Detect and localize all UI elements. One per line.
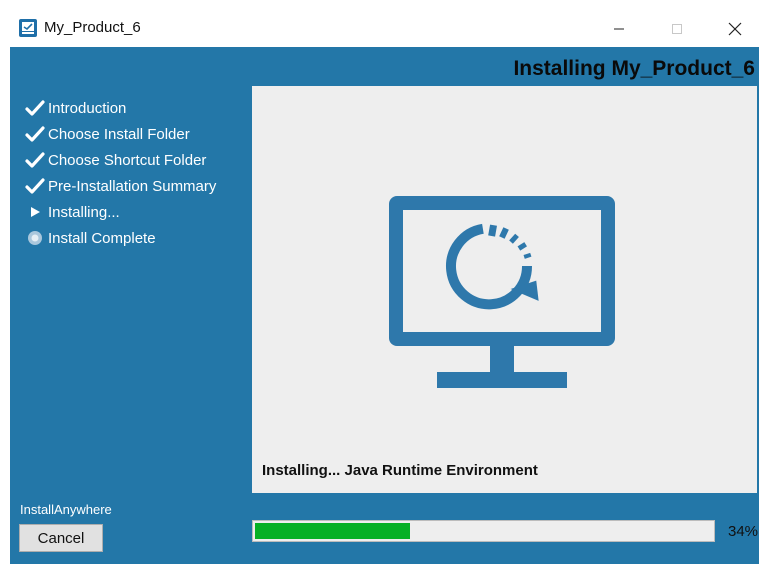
installer-app-icon xyxy=(19,19,37,37)
install-status-text: Installing... Java Runtime Environment xyxy=(262,462,538,479)
progress-percent: 34% xyxy=(728,523,759,540)
checkmark-icon xyxy=(24,176,46,196)
step-label: Pre-Installation Summary xyxy=(48,177,217,195)
step-introduction: Introduction xyxy=(24,98,126,118)
maximize-button[interactable] xyxy=(654,10,700,47)
step-choose-install-folder: Choose Install Folder xyxy=(24,124,190,144)
minimize-icon xyxy=(614,28,624,29)
progress-fill xyxy=(255,523,410,539)
step-label: Introduction xyxy=(48,99,127,117)
close-button[interactable] xyxy=(712,10,758,47)
step-pre-installation-summary: Pre-Installation Summary xyxy=(24,176,216,196)
checkmark-icon xyxy=(24,150,46,170)
installanywhere-brand: InstallAnywhere xyxy=(20,502,112,517)
content-panel: Installing... Java Runtime Environment xyxy=(252,86,757,493)
cancel-button[interactable]: Cancel xyxy=(19,524,103,552)
arrow-right-icon xyxy=(24,202,46,222)
step-label: Choose Shortcut Folder xyxy=(48,151,207,169)
step-label: Choose Install Folder xyxy=(48,125,190,143)
step-label: Installing... xyxy=(48,203,120,221)
installer-window: My_Product_6 Installing My_Product_6 Int… xyxy=(10,10,759,564)
pending-dot-icon xyxy=(24,228,46,248)
close-icon xyxy=(728,22,742,35)
window-title: My_Product_6 xyxy=(44,19,141,36)
step-installing: Installing... xyxy=(24,202,120,222)
page-title: Installing My_Product_6 xyxy=(513,57,755,80)
checkmark-icon xyxy=(24,124,46,144)
checkmark-icon xyxy=(24,98,46,118)
progress-bar xyxy=(252,520,715,542)
minimize-button[interactable] xyxy=(596,10,642,47)
step-install-complete: Install Complete xyxy=(24,228,156,248)
step-choose-shortcut-folder: Choose Shortcut Folder xyxy=(24,150,206,170)
title-bar: My_Product_6 xyxy=(10,10,759,47)
step-label: Install Complete xyxy=(48,229,156,247)
monitor-loading-icon xyxy=(389,196,615,388)
maximize-icon xyxy=(672,23,682,34)
